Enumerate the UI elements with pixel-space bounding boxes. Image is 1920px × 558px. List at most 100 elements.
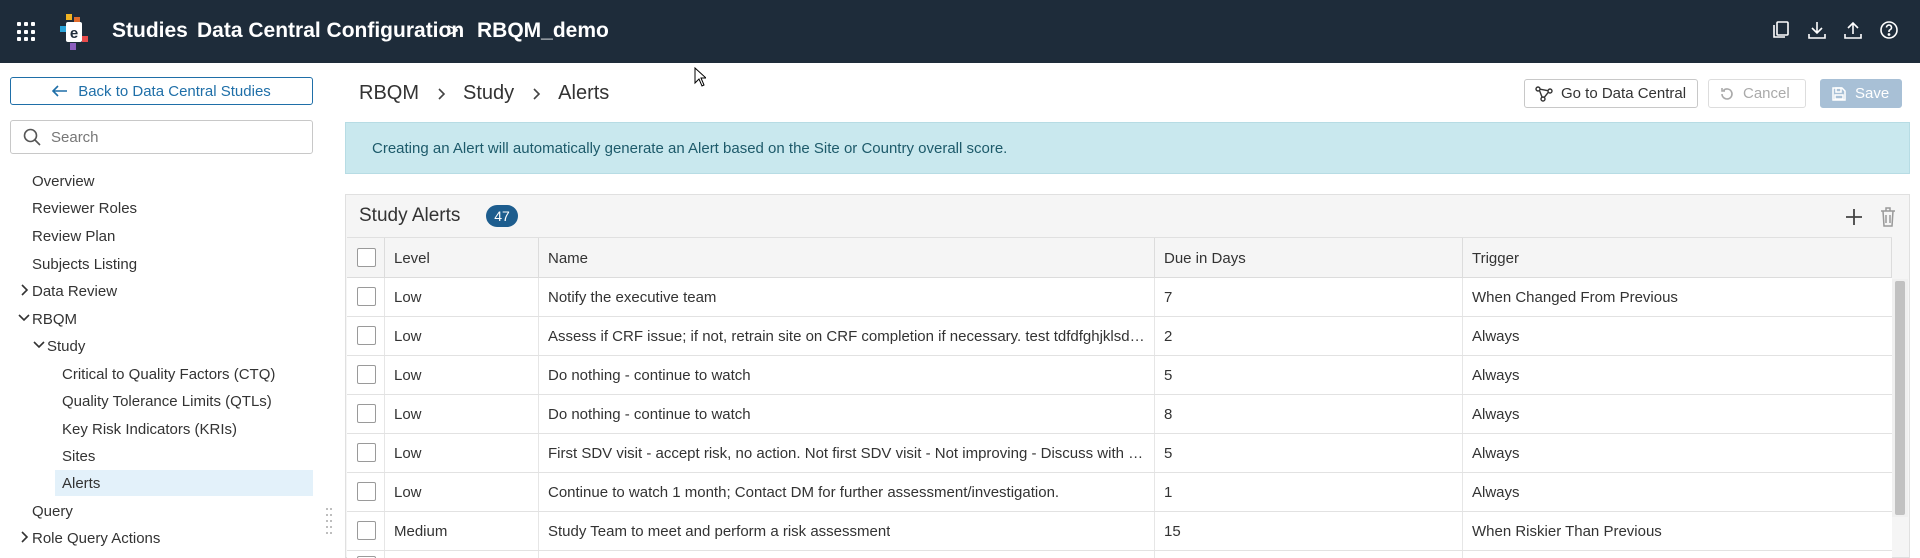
cell-due-in-days: 15 (1155, 512, 1463, 550)
cell-due-in-days: 2 (1155, 317, 1463, 355)
sidebar-item-review-plan[interactable]: Review Plan (32, 223, 115, 249)
cell-name: Notify the executive team (539, 278, 1155, 316)
study-alerts-panel: Study Alerts 47 Level Name Due in Days T… (345, 194, 1910, 558)
breadcrumb-config[interactable]: Data Central Configuration (197, 19, 464, 43)
panel-title: Study Alerts (359, 205, 461, 226)
table-row-partial (347, 551, 1892, 558)
save-button[interactable]: Save (1820, 79, 1902, 108)
table-row[interactable]: Low Assess if CRF issue; if not, retrain… (347, 317, 1892, 356)
cell-name: First SDV visit - accept risk, no action… (539, 434, 1155, 472)
top-actions (1770, 19, 1900, 41)
sidebar-resize-handle[interactable] (325, 505, 333, 545)
main-content: RBQM Study Alerts Go to Data Central Can… (345, 63, 1920, 558)
breadcrumb-alerts: Alerts (558, 82, 610, 104)
sidebar-item-data-review[interactable]: Data Review (21, 278, 117, 304)
cell-trigger: Always (1472, 444, 1520, 462)
trash-icon[interactable] (1878, 205, 1898, 229)
count-badge: 47 (486, 205, 518, 227)
save-icon (1832, 86, 1846, 101)
chevron-down-icon[interactable] (33, 338, 45, 352)
row-checkbox[interactable] (357, 326, 376, 345)
upload-icon[interactable] (1842, 19, 1864, 41)
table-row[interactable]: Low First SDV visit - accept risk, no ac… (347, 434, 1892, 473)
cell-level: Low (385, 317, 539, 355)
header-name[interactable]: Name (539, 238, 1155, 278)
select-all-checkbox[interactable] (357, 248, 376, 267)
alerts-table: Level Name Due in Days Trigger Low Notif… (347, 237, 1892, 558)
sidebar-search[interactable] (10, 120, 313, 154)
cell-trigger: Always (1472, 366, 1520, 384)
mouse-cursor-icon (694, 67, 706, 87)
row-checkbox[interactable] (357, 287, 376, 306)
header-due-in-days[interactable]: Due in Days (1155, 238, 1463, 278)
breadcrumb-rbqm[interactable]: RBQM (359, 82, 419, 105)
cell-name: Continue to watch 1 month; Contact DM fo… (539, 473, 1155, 511)
sidebar-item-qtls[interactable]: Quality Tolerance Limits (QTLs) (62, 388, 272, 414)
sidebar-item-ctq[interactable]: Critical to Quality Factors (CTQ) (62, 361, 275, 387)
cell-name: Assess if CRF issue; if not, retrain sit… (539, 317, 1155, 355)
header-level[interactable]: Level (385, 238, 539, 278)
download-icon[interactable] (1806, 19, 1828, 41)
cell-level: Low (385, 356, 539, 394)
sidebar-item-study[interactable]: Study (33, 333, 85, 359)
chevron-down-icon[interactable] (18, 311, 30, 325)
cancel-button[interactable]: Cancel (1708, 79, 1806, 108)
cell-level: Low (385, 434, 539, 472)
cell-due-in-days: 7 (1155, 278, 1463, 316)
info-message: Creating an Alert will automatically gen… (372, 139, 1008, 157)
info-banner: Creating an Alert will automatically gen… (345, 122, 1910, 174)
chevron-right-icon[interactable] (18, 283, 30, 297)
table-row[interactable]: Low Continue to watch 1 month; Contact D… (347, 473, 1892, 512)
back-to-studies-button[interactable]: Back to Data Central Studies (10, 77, 313, 105)
row-checkbox[interactable] (357, 482, 376, 501)
cell-trigger: When Riskier Than Previous (1472, 522, 1662, 540)
cell-name: Do nothing - continue to watch (539, 356, 1155, 394)
sidebar-item-alerts[interactable]: Alerts (55, 470, 313, 496)
table-scrollbar[interactable] (1892, 279, 1908, 517)
sidebar-item-reviewer-roles[interactable]: Reviewer Roles (32, 195, 137, 221)
arrow-left-icon (52, 85, 68, 97)
row-checkbox[interactable] (357, 365, 376, 384)
breadcrumb-study: RBQM_demo (477, 19, 609, 42)
apps-grid-icon[interactable] (17, 22, 37, 42)
svg-text:e: e (70, 25, 78, 42)
cell-trigger: Always (1472, 483, 1520, 501)
row-checkbox[interactable] (357, 404, 376, 423)
help-icon[interactable] (1878, 19, 1900, 41)
table-row[interactable]: Low Do nothing - continue to watch 5 Alw… (347, 356, 1892, 395)
header-trigger[interactable]: Trigger (1463, 238, 1892, 278)
table-row[interactable]: Medium Study Team to meet and perform a … (347, 512, 1892, 551)
chevron-right-icon[interactable] (18, 530, 30, 544)
app-logo: e (60, 14, 88, 50)
sidebar-item-sites[interactable]: Sites (62, 443, 95, 469)
page-breadcrumb: RBQM Study Alerts (359, 82, 609, 105)
cell-level: Low (385, 395, 539, 433)
row-checkbox[interactable] (357, 443, 376, 462)
sidebar-item-subjects-listing[interactable]: Subjects Listing (32, 251, 137, 277)
cell-level: Low (385, 278, 539, 316)
row-checkbox[interactable] (357, 521, 376, 540)
breadcrumb-separator: > (447, 20, 459, 42)
cell-trigger: Always (1472, 405, 1520, 423)
app-name[interactable]: Studies (112, 19, 188, 43)
add-icon[interactable] (1843, 206, 1865, 228)
cell-name: Do nothing - continue to watch (539, 395, 1155, 433)
sidebar-item-kris[interactable]: Key Risk Indicators (KRIs) (62, 416, 237, 442)
table-row[interactable]: Low Notify the executive team 7 When Cha… (347, 278, 1892, 317)
sidebar-item-query[interactable]: Query (32, 498, 73, 524)
breadcrumb-study[interactable]: Study (463, 82, 514, 105)
chevron-right-icon (533, 87, 541, 100)
sidebar-item-overview[interactable]: Overview (32, 168, 95, 194)
top-bar: e Studies Data Central Configuration > R… (0, 0, 1920, 63)
sidebar-item-role-query-actions[interactable]: Role Query Actions (21, 525, 160, 551)
cell-due-in-days: 1 (1155, 473, 1463, 511)
sidebar-item-rbqm[interactable]: RBQM (18, 306, 77, 332)
table-row[interactable]: Low Do nothing - continue to watch 8 Alw… (347, 395, 1892, 434)
cell-level: Low (385, 473, 539, 511)
search-icon (23, 128, 41, 146)
scrollbar-thumb[interactable] (1895, 281, 1905, 515)
search-input[interactable] (51, 128, 291, 146)
copy-icon[interactable] (1770, 19, 1792, 41)
chevron-right-icon (438, 87, 446, 100)
go-to-data-central-button[interactable]: Go to Data Central (1524, 79, 1698, 108)
